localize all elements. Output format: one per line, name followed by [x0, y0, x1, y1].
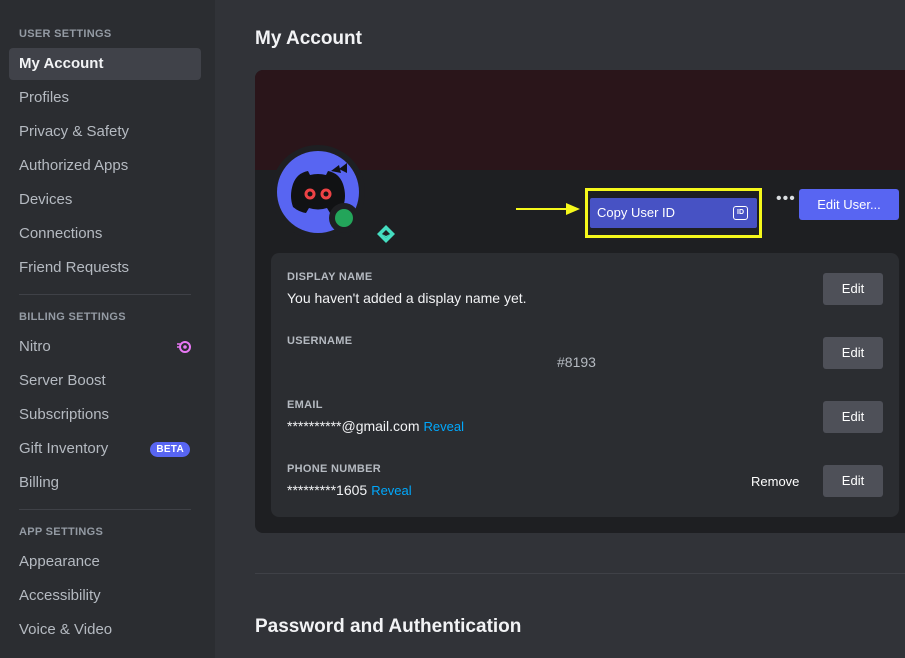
hypesquad-badge-icon[interactable] — [375, 223, 397, 245]
sidebar-item-gift-inventory[interactable]: Gift Inventory BETA — [9, 433, 201, 465]
edit-phone-button[interactable]: Edit — [823, 465, 883, 497]
sidebar-item-accessibility[interactable]: Accessibility — [9, 580, 201, 612]
app-settings-header: APP SETTINGS — [19, 526, 104, 538]
sidebar-item-voice-video[interactable]: Voice & Video — [9, 614, 201, 646]
status-indicator — [329, 203, 359, 233]
beta-badge: BETA — [150, 442, 190, 457]
sidebar-item-privacy-safety[interactable]: Privacy & Safety — [9, 116, 201, 148]
sidebar-item-profiles[interactable]: Profiles — [9, 82, 201, 114]
copy-user-id-menu-item[interactable]: Copy User ID ID — [590, 198, 757, 228]
password-auth-heading: Password and Authentication — [255, 616, 522, 637]
sidebar-item-label: Gift Inventory — [19, 440, 109, 457]
id-icon: ID — [733, 206, 748, 220]
display-name-label: DISPLAY NAME — [287, 271, 373, 283]
email-label: EMAIL — [287, 399, 323, 411]
sidebar-item-label: Nitro — [19, 338, 51, 355]
profile-banner — [255, 70, 905, 170]
section-divider — [255, 573, 905, 574]
more-options-icon[interactable]: ••• — [776, 190, 796, 208]
account-info-panel: DISPLAY NAME You haven't added a display… — [271, 253, 899, 517]
remove-phone-button[interactable]: Remove — [751, 474, 799, 489]
phone-label: PHONE NUMBER — [287, 463, 382, 475]
copy-user-id-highlight: Copy User ID ID — [585, 188, 762, 238]
sidebar-divider — [19, 294, 191, 295]
edit-email-button[interactable]: Edit — [823, 401, 883, 433]
sidebar-item-my-account[interactable]: My Account — [9, 48, 201, 80]
sidebar-item-server-boost[interactable]: Server Boost — [9, 365, 201, 397]
reveal-email-link[interactable]: Reveal — [424, 419, 464, 434]
edit-user-profile-button[interactable]: Edit User... — [799, 189, 899, 220]
display-name-value: You haven't added a display name yet. — [287, 290, 527, 306]
sidebar-item-billing[interactable]: Billing — [9, 467, 201, 499]
edit-username-button[interactable]: Edit — [823, 337, 883, 369]
sidebar-divider — [19, 509, 191, 510]
page-title: My Account — [255, 28, 362, 49]
email-value: **********@gmail.com — [287, 418, 420, 434]
phone-value: *********1605 — [287, 482, 368, 498]
sidebar-item-connections[interactable]: Connections — [9, 218, 201, 250]
sidebar-item-devices[interactable]: Devices — [9, 184, 201, 216]
reveal-phone-link[interactable]: Reveal — [371, 483, 411, 498]
sidebar-item-authorized-apps[interactable]: Authorized Apps — [9, 150, 201, 182]
phone-row: *********1605 Reveal — [287, 482, 412, 498]
sidebar-item-subscriptions[interactable]: Subscriptions — [9, 399, 201, 431]
copy-user-id-label: Copy User ID — [597, 205, 676, 220]
edit-display-name-button[interactable]: Edit — [823, 273, 883, 305]
online-status-icon — [335, 209, 353, 227]
email-row: **********@gmail.com Reveal — [287, 418, 464, 434]
sidebar-item-friend-requests[interactable]: Friend Requests — [9, 252, 201, 284]
username-value: #8193 — [557, 354, 596, 370]
sidebar-item-appearance[interactable]: Appearance — [9, 546, 201, 578]
account-card: DISPLAY NAME You haven't added a display… — [255, 70, 905, 533]
username-label: USERNAME — [287, 335, 353, 347]
sidebar-item-nitro[interactable]: Nitro — [9, 331, 201, 363]
nitro-icon — [177, 341, 191, 353]
user-settings-header: USER SETTINGS — [19, 28, 112, 40]
billing-settings-header: BILLING SETTINGS — [19, 311, 126, 323]
annotation-arrow-icon — [516, 203, 580, 215]
settings-sidebar: USER SETTINGS My Account Profiles Privac… — [0, 0, 215, 658]
